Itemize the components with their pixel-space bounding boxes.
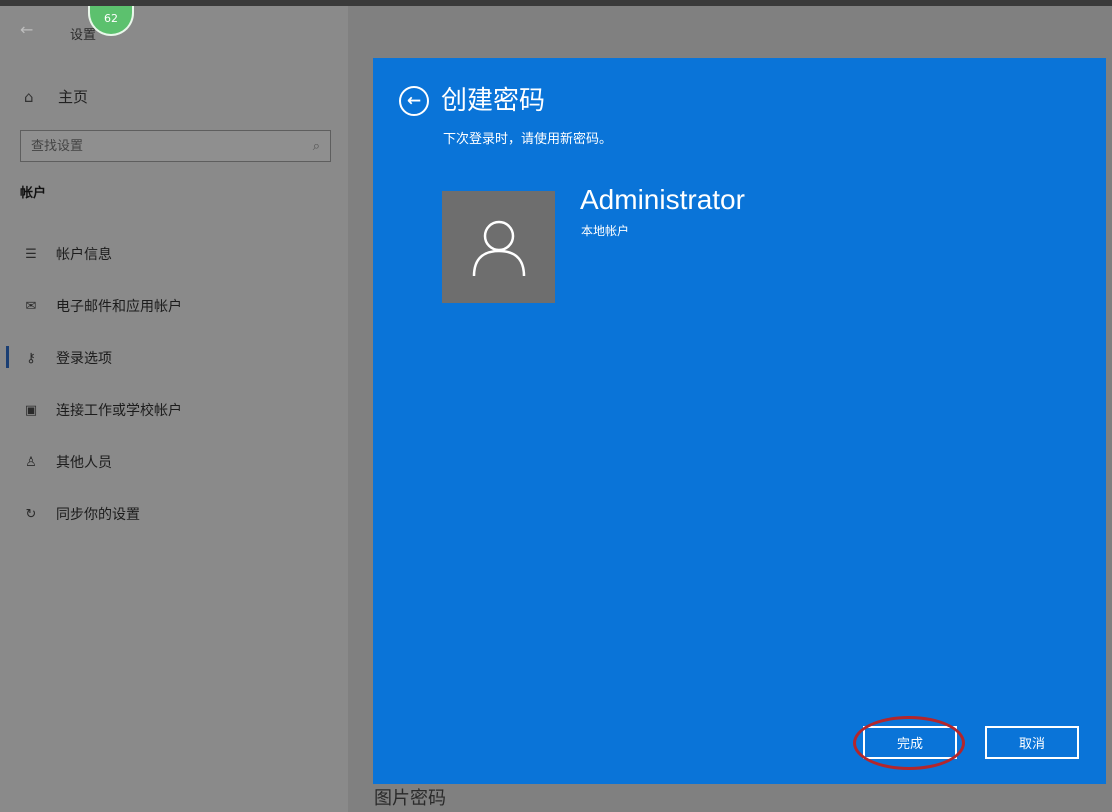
- sidebar-item-work-school[interactable]: ▣ 连接工作或学校帐户: [0, 384, 348, 436]
- search-input[interactable]: [31, 138, 313, 154]
- home-link[interactable]: ⌂ 主页: [24, 86, 88, 107]
- key-icon: ⚷: [26, 350, 36, 366]
- create-password-dialog: ← 创建密码 下次登录时，请使用新密码。 Administrator 本地帐户 …: [373, 58, 1106, 784]
- sidebar-item-other-users[interactable]: ♙ 其他人员: [0, 436, 348, 488]
- account-type: 本地帐户: [581, 224, 630, 238]
- briefcase-icon: ▣: [24, 402, 38, 418]
- sidebar-item-label: 同步你的设置: [56, 507, 140, 523]
- sidebar-item-sync[interactable]: ↻ 同步你的设置: [0, 488, 348, 540]
- account-name: Administrator: [580, 184, 745, 215]
- settings-sidebar: ← 设置 62 ⌂ 主页 ⌕ 帐户 ☰ 帐户信息 ✉ 电子邮件和应用帐户 ⚷ 登…: [0, 6, 348, 812]
- sidebar-nav: ☰ 帐户信息 ✉ 电子邮件和应用帐户 ⚷ 登录选项 ▣ 连接工作或学校帐户 ♙ …: [0, 228, 348, 540]
- sidebar-item-email[interactable]: ✉ 电子邮件和应用帐户: [0, 280, 348, 332]
- sidebar-item-account-info[interactable]: ☰ 帐户信息: [0, 228, 348, 280]
- search-icon[interactable]: ⌕: [313, 139, 320, 154]
- sidebar-item-label: 其他人员: [56, 455, 112, 471]
- highlight-circle-annotation: [853, 716, 965, 770]
- mail-icon: ✉: [25, 298, 37, 314]
- home-icon: ⌂: [24, 87, 34, 106]
- search-box[interactable]: ⌕: [20, 130, 331, 162]
- dialog-back-icon[interactable]: ←: [399, 86, 429, 116]
- account-info-icon: ☰: [25, 246, 37, 262]
- sidebar-item-label: 帐户信息: [56, 247, 112, 263]
- section-title: 帐户: [20, 186, 47, 201]
- avatar: [442, 191, 555, 303]
- cancel-button[interactable]: 取消: [985, 726, 1079, 759]
- dialog-title: 创建密码: [441, 86, 546, 116]
- sync-icon: ↻: [25, 506, 37, 522]
- sidebar-item-label: 连接工作或学校帐户: [56, 403, 182, 419]
- sidebar-item-label: 登录选项: [56, 351, 112, 367]
- sidebar-item-signin-options[interactable]: ⚷ 登录选项: [0, 332, 348, 384]
- back-arrow-icon[interactable]: ←: [20, 20, 33, 39]
- background-partial-text: 图片密码: [374, 788, 446, 809]
- user-avatar-icon: [472, 220, 525, 277]
- dialog-subtitle: 下次登录时，请使用新密码。: [443, 132, 613, 147]
- home-label: 主页: [58, 88, 89, 106]
- sidebar-item-label: 电子邮件和应用帐户: [56, 299, 182, 315]
- add-person-icon: ♙: [25, 454, 37, 470]
